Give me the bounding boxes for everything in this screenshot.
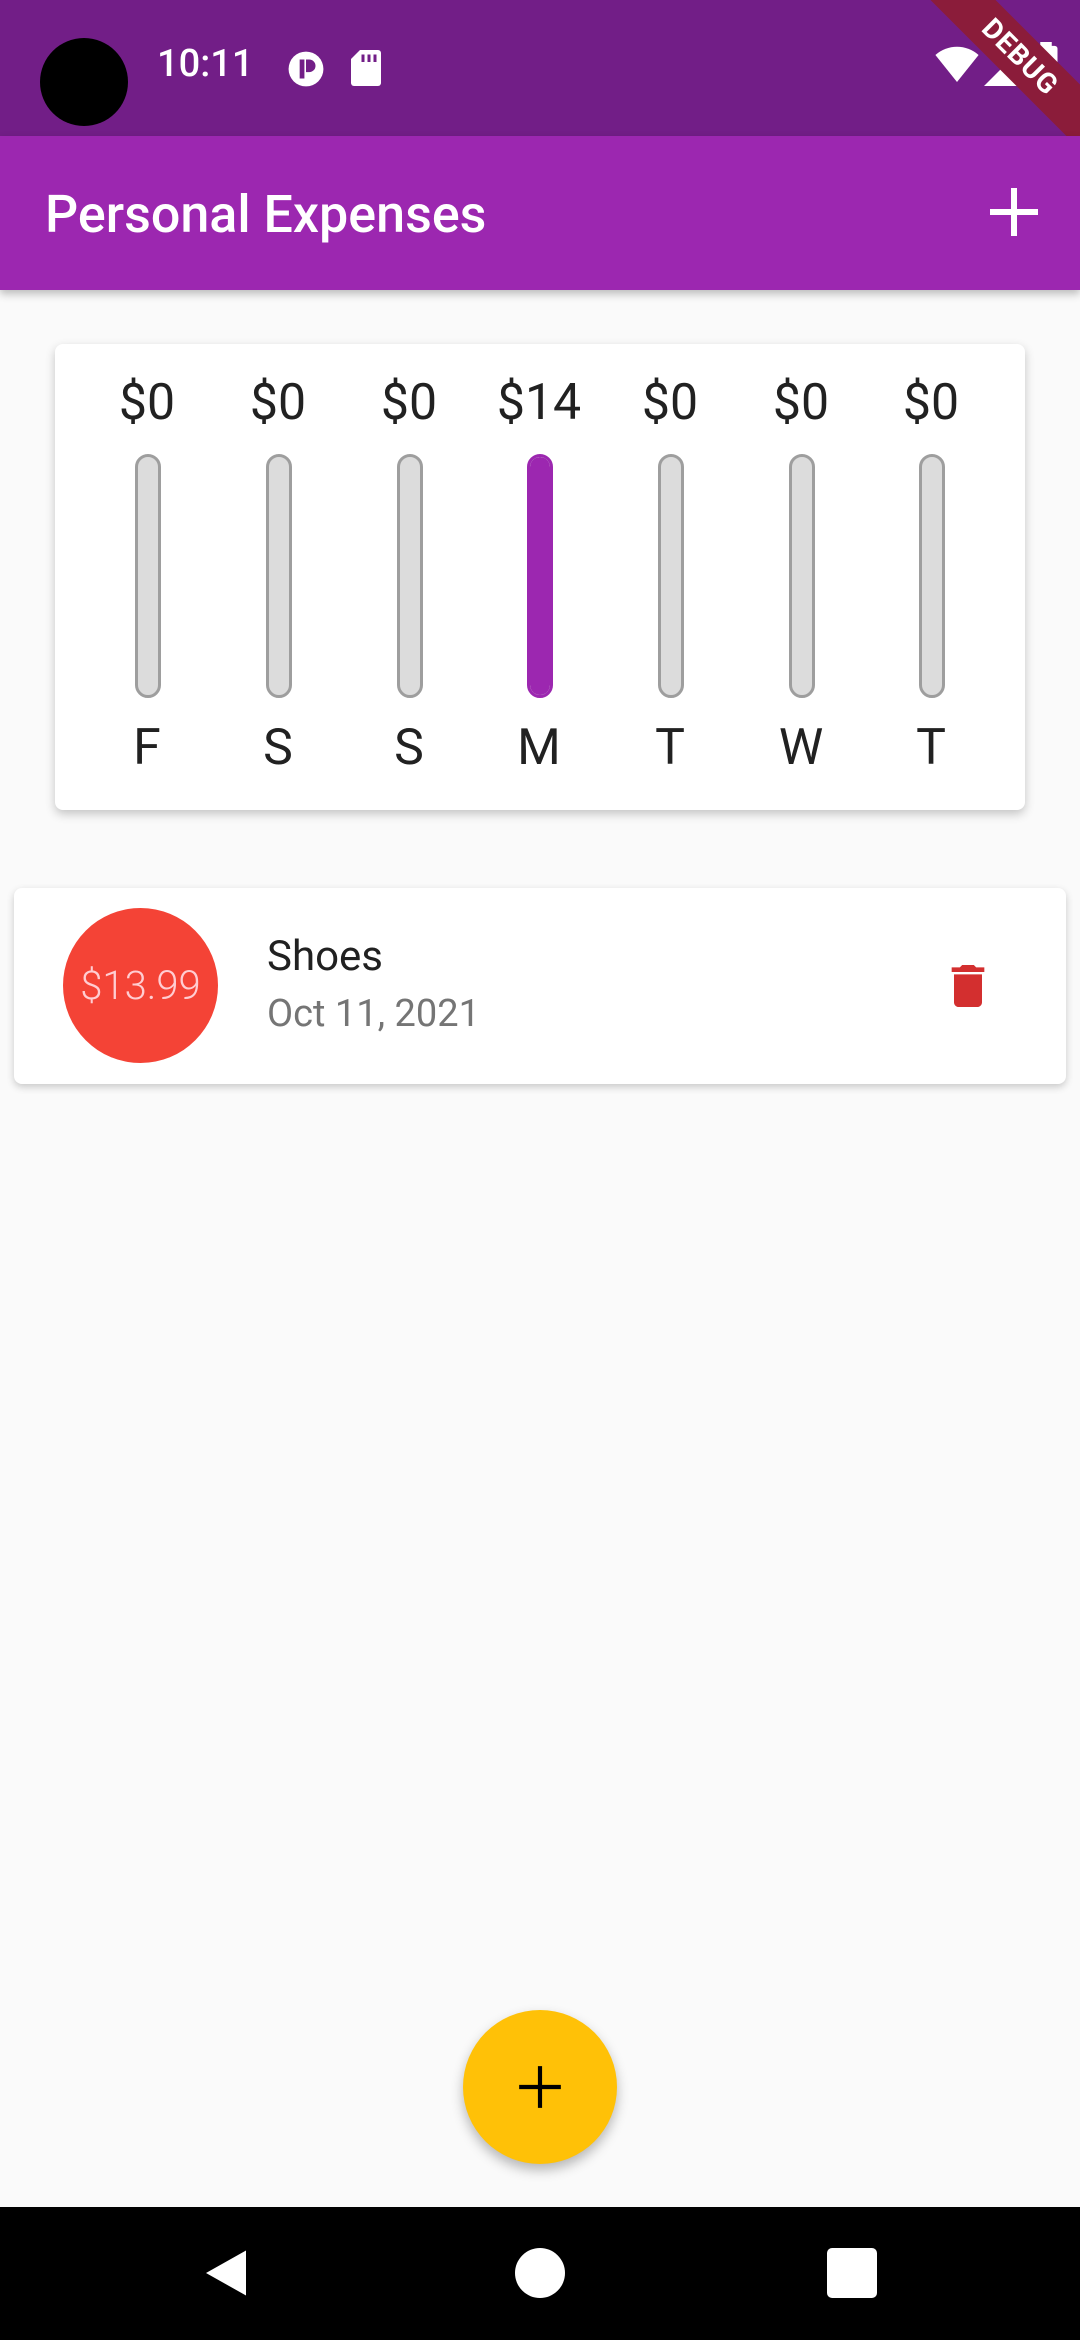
notification-icon: [288, 51, 324, 87]
bar-day-label: S: [263, 719, 293, 777]
bar-day-label: M: [517, 719, 561, 777]
bar-amount: $0: [118, 374, 176, 432]
transaction-amount: $13.99: [80, 962, 201, 1009]
add-transaction-button[interactable]: [978, 176, 1050, 248]
bar-track: [919, 454, 945, 698]
wifi-icon: [935, 46, 979, 82]
status-bar: 10:11 DEBUG: [0, 0, 1080, 136]
bar-amount: $0: [902, 374, 960, 432]
app-bar: Personal Expenses: [0, 136, 1080, 290]
page-title: Personal Expenses: [45, 184, 487, 245]
bar-track: [527, 454, 553, 698]
chart-bar: $0 T: [610, 344, 730, 810]
trash-icon: [951, 965, 985, 1007]
bar-track: [266, 454, 292, 698]
bar-track: [135, 454, 161, 698]
bar-day-label: T: [916, 719, 946, 777]
bar-amount: $0: [380, 374, 438, 432]
amount-avatar: $13.99: [63, 908, 218, 1063]
bar-day-label: F: [133, 719, 161, 777]
system-nav-bar: [0, 2207, 1080, 2340]
plus-icon: [519, 2066, 561, 2108]
home-icon[interactable]: [510, 2243, 570, 2303]
chart-bar: $0 F: [87, 344, 207, 810]
plus-icon: [990, 188, 1038, 236]
chart-bar: $0 T: [871, 344, 991, 810]
chart-bar: $0 S: [349, 344, 469, 810]
bar-day-label: W: [778, 719, 824, 777]
bar-track: [658, 454, 684, 698]
status-time: 10:11: [157, 42, 254, 86]
delete-transaction-button[interactable]: [940, 958, 996, 1014]
transaction-title: Shoes: [267, 932, 383, 981]
bar-track: [789, 454, 815, 698]
weekly-chart-card: $0 F $0 S $0 S $14 M $0 T $0 W $0 T: [55, 344, 1025, 810]
transaction-date: Oct 11, 2021: [267, 992, 480, 1036]
sd-card-icon: [351, 50, 381, 86]
chart-bar: $14 M: [479, 344, 599, 810]
transaction-list-item: $13.99 Shoes Oct 11, 2021: [14, 888, 1066, 1084]
camera-cutout: [40, 38, 128, 126]
bar-track: [397, 454, 423, 698]
bar-day-label: S: [394, 719, 424, 777]
back-icon[interactable]: [196, 2243, 256, 2303]
chart-bar: $0 S: [218, 344, 338, 810]
bar-amount: $14: [496, 374, 582, 432]
chart-bar: $0 W: [741, 344, 861, 810]
add-transaction-fab[interactable]: [463, 2010, 617, 2164]
bar-amount: $0: [249, 374, 307, 432]
bar-amount: $0: [641, 374, 699, 432]
bar-fill: [530, 457, 550, 695]
bar-day-label: T: [655, 719, 685, 777]
bar-amount: $0: [772, 374, 830, 432]
recents-icon[interactable]: [822, 2243, 882, 2303]
